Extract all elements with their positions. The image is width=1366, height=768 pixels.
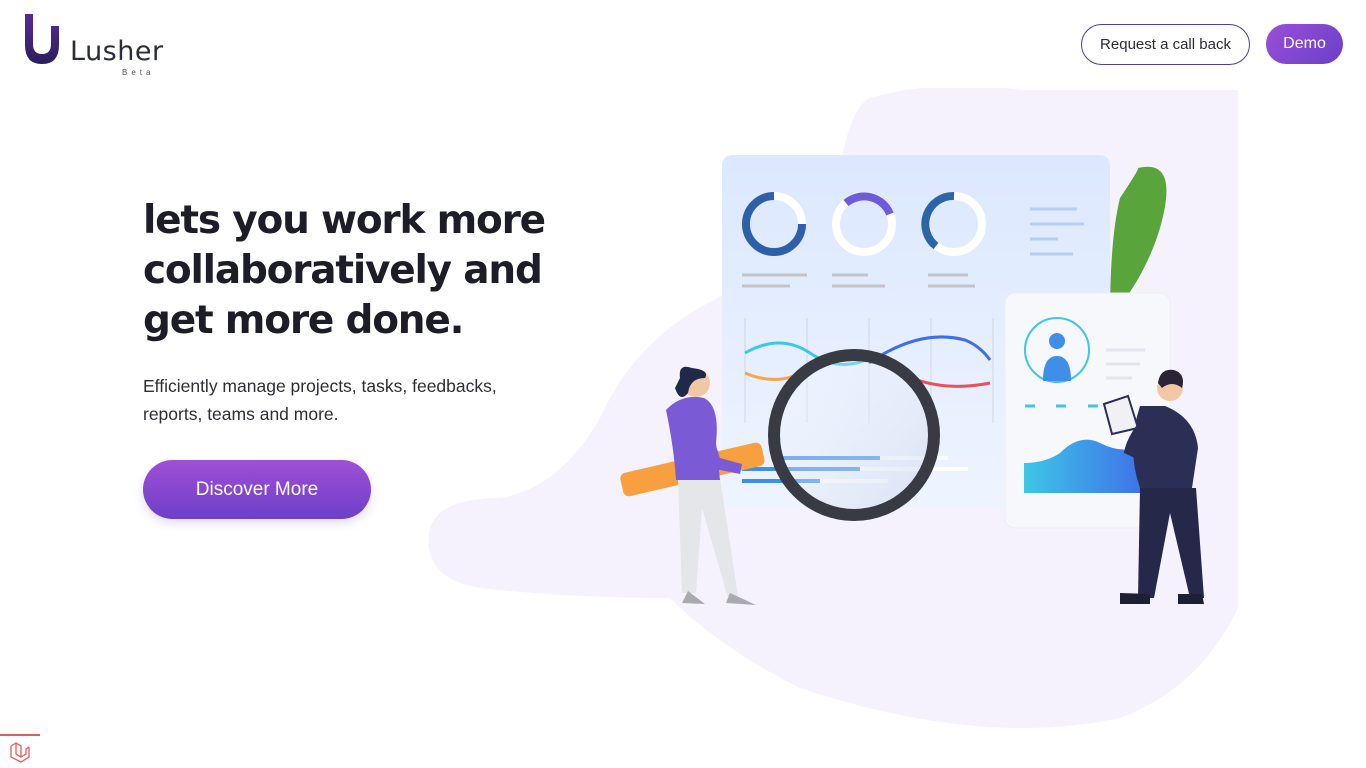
discover-more-button[interactable]: Discover More	[143, 460, 371, 519]
brand-name: Lusher	[70, 36, 164, 67]
hero-illustration	[428, 88, 1238, 728]
subtext-line-2: reports, teams and more.	[143, 404, 339, 424]
logo-u-mark-icon	[25, 14, 59, 64]
demo-button[interactable]: Demo	[1266, 24, 1343, 64]
headline-line-3: get more done.	[143, 298, 464, 343]
laravel-icon[interactable]	[0, 734, 40, 768]
brand-tag: Beta	[122, 68, 155, 77]
laravel-glyph-icon	[10, 742, 30, 763]
brand-logo[interactable]: Lusher Beta	[22, 12, 172, 78]
request-callback-button[interactable]: Request a call back	[1081, 24, 1250, 65]
magnifier-lens	[768, 349, 940, 521]
